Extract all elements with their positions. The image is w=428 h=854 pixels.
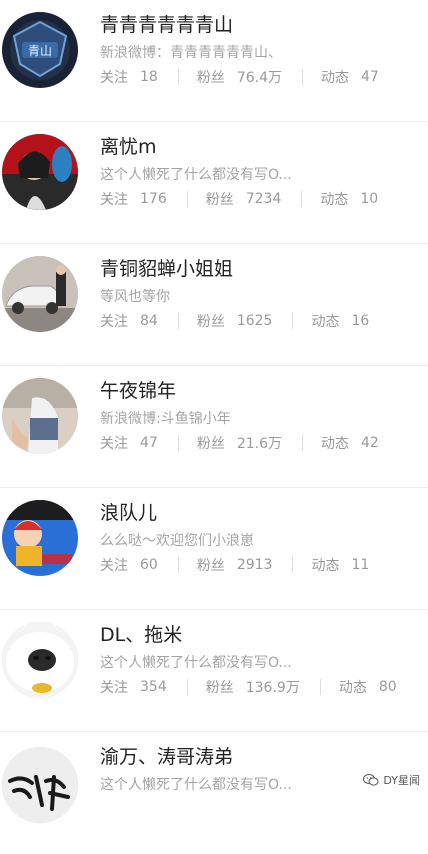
user-name[interactable]: 青青青青青青山 [100,10,233,37]
list-item[interactable]: 午夜锦年 新浪微博:斗鱼锦小年 关注 47 粉丝 21.6万 动态 42 [0,366,428,488]
fans-label: 粉丝 [196,314,225,330]
user-bio: 等风也等你 [100,289,170,305]
svg-text:青山: 青山 [28,44,52,58]
user-stats: 关注 18 粉丝 76.4万 动态 47 [100,67,379,87]
follow-label: 关注 [100,70,128,86]
posts-count: 42 [361,435,379,451]
car-photo-avatar-icon [2,256,78,332]
fans-count: 76.4万 [236,70,282,86]
fans-label: 粉丝 [196,558,225,574]
stat-divider [177,557,179,573]
user-stats: 关注 354 粉丝 136.9万 动态 80 [100,677,397,697]
cartoon-avatar-icon [2,500,78,576]
follow-count: 84 [140,313,158,329]
posts-count: 80 [378,679,397,695]
posts-label: 动态 [311,558,340,574]
stat-divider [302,435,303,451]
posts-label: 动态 [311,314,340,330]
posts-count: 10 [360,191,379,207]
user-stats: 关注 60 粉丝 2913 动态 11 [100,555,369,575]
posts-label: 动态 [320,192,349,208]
follow-label: 关注 [100,192,128,208]
user-name[interactable]: 渝万、涛哥涛弟 [100,742,233,769]
user-name[interactable]: 浪队儿 [100,498,157,525]
user-name[interactable]: 离忧m [100,132,157,159]
user-name[interactable]: DL、拖米 [100,620,182,647]
fans-count: 21.6万 [236,436,282,452]
stat-divider [177,435,179,451]
watermark: DY星闻 [363,771,420,789]
stat-divider [292,313,294,329]
fans-count: 1625 [236,313,273,329]
game-logo-avatar-icon: 青山 [2,12,78,88]
posts-label: 动态 [321,70,349,86]
user-bio: 这个人懒死了什么都没有写O... [100,777,292,793]
user-bio: 新浪微博：青青青青青青山、 [100,45,282,61]
posts-label: 动态 [321,436,349,452]
user-bio: 这个人懒死了什么都没有写O... [100,167,292,183]
user-bio: 这个人懒死了什么都没有写O... [100,655,292,671]
avatar[interactable] [2,500,78,576]
user-name[interactable]: 青铜貂蝉小姐姐 [100,254,233,281]
list-item[interactable]: 渝万、涛哥涛弟 这个人懒死了什么都没有写O... [0,732,428,854]
avatar[interactable] [2,256,78,332]
follow-count: 354 [140,679,167,695]
fans-label: 粉丝 [205,192,234,208]
portrait-avatar-icon [2,378,78,454]
user-name[interactable]: 午夜锦年 [100,376,176,403]
list-item[interactable]: DL、拖米 这个人懒死了什么都没有写O... 关注 354 粉丝 136.9万 动态… [0,610,428,732]
calligraphy-avatar-icon [2,747,78,823]
stat-divider [177,313,179,329]
avatar[interactable] [2,134,78,210]
stat-divider [186,191,188,207]
posts-count: 47 [361,69,379,85]
user-stats: 关注 84 粉丝 1625 动态 16 [100,311,369,331]
follow-label: 关注 [100,314,128,330]
fans-label: 粉丝 [196,436,225,452]
fans-count: 2913 [236,557,273,573]
stat-divider [177,69,179,85]
follow-count: 47 [140,435,158,451]
avatar[interactable] [2,747,78,823]
posts-count: 11 [351,557,370,573]
list-item[interactable]: 青山 青青青青青青山 新浪微博：青青青青青青山、 关注 18 粉丝 76.4万 动态… [0,0,428,122]
stat-divider [292,557,294,573]
wechat-icon [363,774,379,786]
dog-avatar-icon [2,622,78,698]
follow-label: 关注 [100,558,128,574]
posts-count: 16 [351,313,370,329]
list-item[interactable]: 浪队儿 么么哒～欢迎您们小浪崽 关注 60 粉丝 2913 动态 11 [0,488,428,610]
stat-divider [319,679,321,695]
posts-label: 动态 [338,680,367,696]
follow-count: 60 [140,557,158,573]
avatar[interactable] [2,622,78,698]
user-bio: 么么哒～欢迎您们小浪崽 [100,533,254,549]
stat-divider [186,679,188,695]
portrait-avatar-icon [2,134,78,210]
stat-divider [302,69,303,85]
watermark-text: DY星闻 [383,774,420,787]
list-item[interactable]: 青铜貂蝉小姐姐 等风也等你 关注 84 粉丝 1625 动态 16 [0,244,428,366]
follow-count: 18 [140,69,158,85]
follow-label: 关注 [100,680,128,696]
avatar[interactable] [2,378,78,454]
fans-count: 136.9万 [245,680,300,696]
user-stats: 关注 176 粉丝 7234 动态 10 [100,189,378,209]
avatar[interactable]: 青山 [2,12,78,88]
fans-count: 7234 [245,191,282,207]
fans-label: 粉丝 [205,680,234,696]
user-bio: 新浪微博:斗鱼锦小年 [100,411,231,427]
fans-label: 粉丝 [196,70,225,86]
list-item[interactable]: 离忧m 这个人懒死了什么都没有写O... 关注 176 粉丝 7234 动态 10 [0,122,428,244]
follow-count: 176 [140,191,167,207]
stat-divider [301,191,303,207]
follow-label: 关注 [100,436,128,452]
user-stats: 关注 47 粉丝 21.6万 动态 42 [100,433,379,453]
